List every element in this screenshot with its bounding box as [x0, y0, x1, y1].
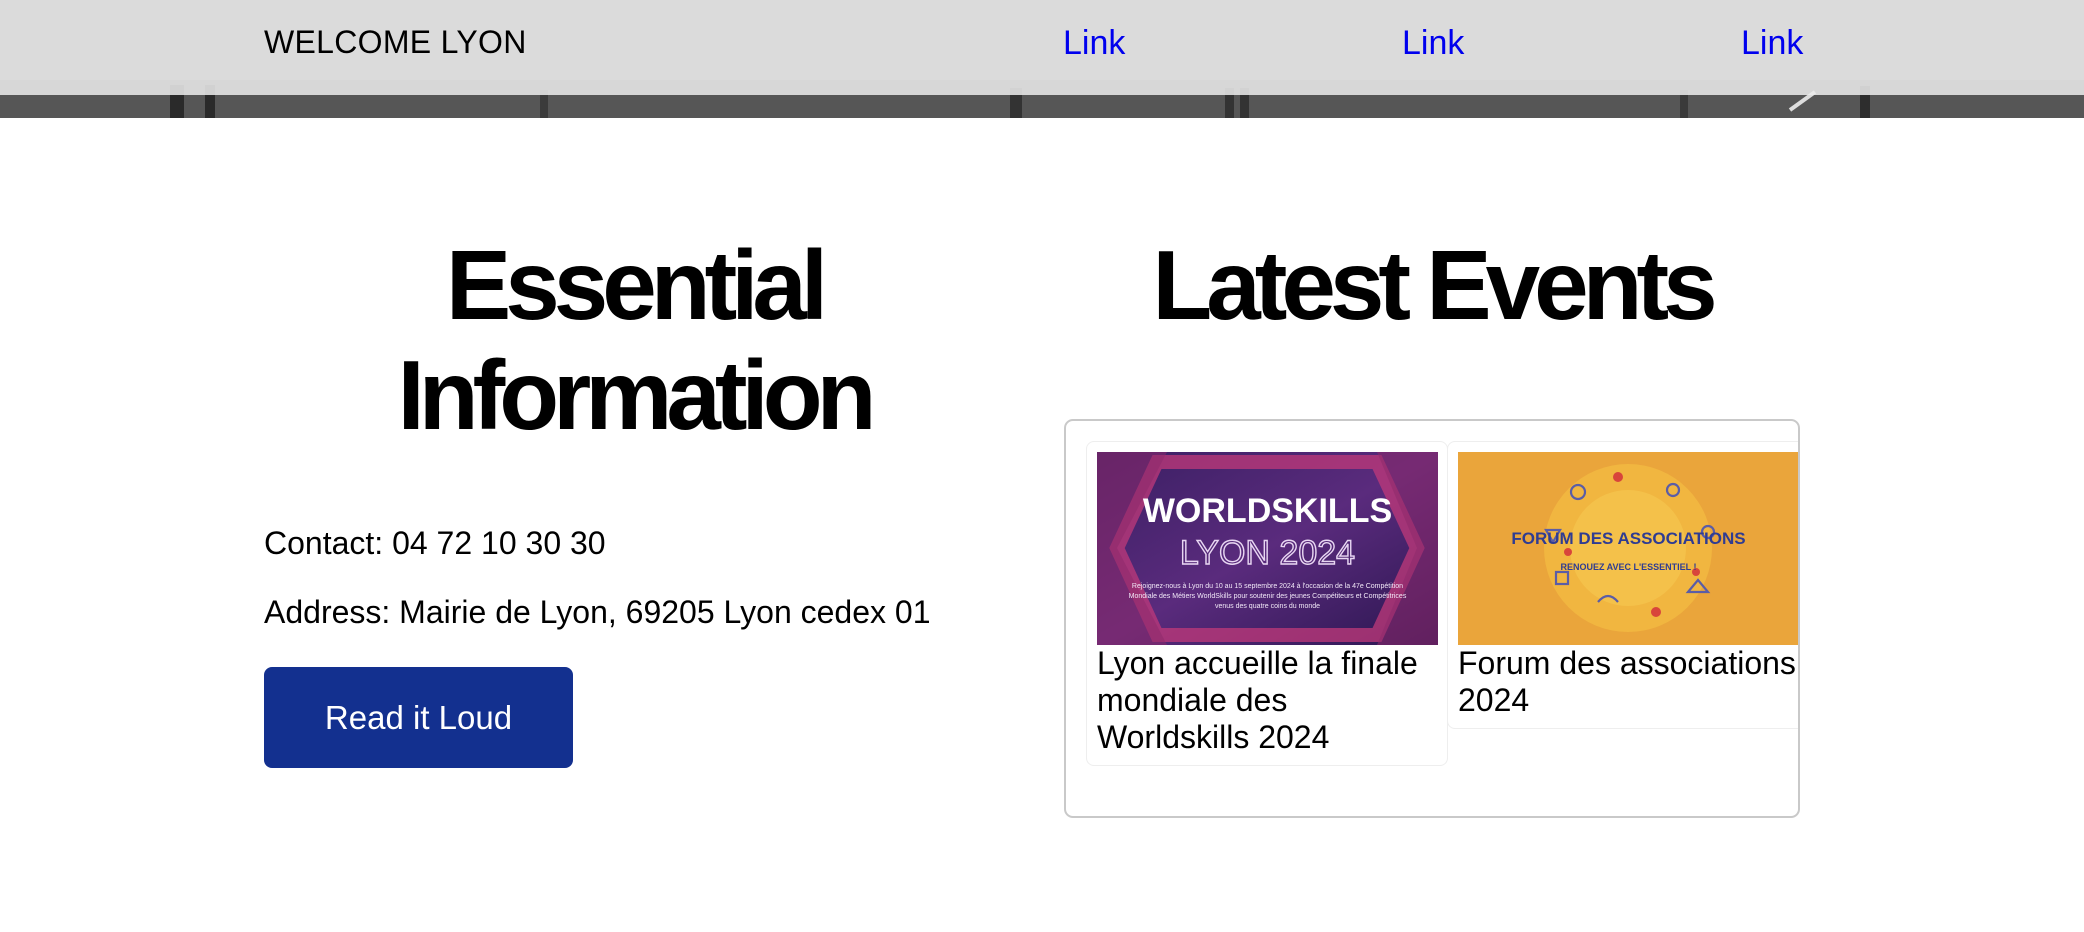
latest-events-heading: Latest Events: [1152, 230, 1717, 340]
nav-link-3[interactable]: Link: [1741, 24, 1803, 63]
forum-thumb-title: FORUM DES ASSOCIATIONS: [1511, 529, 1745, 548]
event-caption-worldskills[interactable]: Lyon accueille la finale mondiale des Wo…: [1097, 645, 1437, 756]
site-brand[interactable]: WELCOME LYON: [264, 24, 527, 61]
contact-text: Contact: 04 72 10 30 30: [264, 525, 606, 561]
hero-background: WELCOME LYON Link Link Link: [0, 0, 2084, 118]
worldskills-thumb-subtitle: LYON 2024: [1180, 534, 1355, 572]
event-card-forum[interactable]: FORUM DES ASSOCIATIONS RENOUEZ AVEC L'ES…: [1447, 441, 1798, 729]
worldskills-thumbnail: WORLDSKILLS LYON 2024 Rejoignez-nous à L…: [1097, 452, 1438, 645]
essential-info-heading: Essential Information: [397, 230, 877, 450]
navbar: WELCOME LYON Link Link Link: [0, 0, 2084, 95]
forum-thumb-subtitle: RENOUEZ AVEC L'ESSENTIEL !: [1561, 562, 1697, 572]
worldskills-thumb-text: Rejoignez-nous à Lyon du 10 au 15 septem…: [1128, 583, 1407, 610]
nav-link-2[interactable]: Link: [1402, 24, 1464, 63]
read-it-loud-button[interactable]: Read it Loud: [264, 667, 573, 768]
events-carousel[interactable]: WORLDSKILLS LYON 2024 Rejoignez-nous à L…: [1064, 419, 1800, 818]
worldskills-thumb-title: WORLDSKILLS: [1143, 492, 1392, 530]
event-card-worldskills[interactable]: WORLDSKILLS LYON 2024 Rejoignez-nous à L…: [1086, 441, 1448, 766]
nav-link-1[interactable]: Link: [1063, 24, 1125, 63]
address-text: Address: Mairie de Lyon, 69205 Lyon cede…: [264, 594, 931, 630]
event-caption-forum[interactable]: Forum des associations 2024: [1458, 645, 1798, 719]
forum-thumbnail: FORUM DES ASSOCIATIONS RENOUEZ AVEC L'ES…: [1458, 452, 1798, 645]
